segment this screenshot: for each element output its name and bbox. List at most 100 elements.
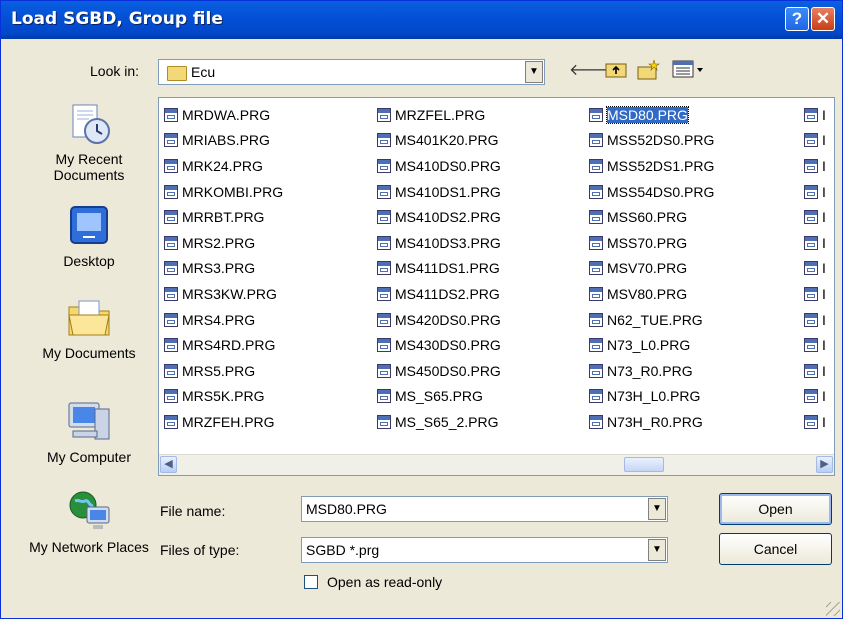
list-item[interactable]: MSS52DS0.PRG xyxy=(589,128,714,154)
list-item[interactable]: MS410DS1.PRG xyxy=(377,179,501,205)
list-item[interactable]: I xyxy=(804,409,826,435)
list-item[interactable]: MSS54DS0.PRG xyxy=(589,179,714,205)
list-item[interactable]: MS_S65.PRG xyxy=(377,384,501,410)
list-item[interactable]: I xyxy=(804,102,826,128)
list-item[interactable]: MS430DS0.PRG xyxy=(377,332,501,358)
list-item[interactable]: I xyxy=(804,358,826,384)
list-item[interactable]: MS_S65_2.PRG xyxy=(377,409,501,435)
prg-file-icon xyxy=(377,363,391,378)
list-item[interactable]: MS450DS0.PRG xyxy=(377,358,501,384)
prg-file-icon xyxy=(377,158,391,173)
look-in-dropdown[interactable]: Ecu ▼ xyxy=(158,59,545,85)
list-item[interactable]: I xyxy=(804,384,826,410)
place-network-places[interactable]: My Network Places xyxy=(25,487,153,555)
list-item[interactable]: MRK24.PRG xyxy=(164,153,283,179)
list-item[interactable]: I xyxy=(804,281,826,307)
list-item[interactable]: MRKOMBI.PRG xyxy=(164,179,283,205)
prg-file-icon xyxy=(377,133,391,148)
open-button[interactable]: Open xyxy=(719,493,832,525)
list-item[interactable]: MSS52DS1.PRG xyxy=(589,153,714,179)
list-item[interactable]: MSS70.PRG xyxy=(589,230,714,256)
list-item[interactable]: I xyxy=(804,153,826,179)
list-item[interactable]: MSS60.PRG xyxy=(589,204,714,230)
chevron-down-icon[interactable]: ▼ xyxy=(525,61,543,83)
list-item[interactable]: MRZFEH.PRG xyxy=(164,409,283,435)
chevron-down-icon[interactable]: ▼ xyxy=(648,498,666,520)
list-item[interactable]: MRS3KW.PRG xyxy=(164,281,283,307)
place-my-documents[interactable]: My Documents xyxy=(25,293,153,361)
prg-file-icon xyxy=(164,107,178,122)
file-name-input[interactable]: MSD80.PRG ▼ xyxy=(301,496,668,522)
scroll-thumb[interactable] xyxy=(624,457,664,472)
place-my-computer[interactable]: My Computer xyxy=(25,397,153,465)
title-bar[interactable]: Load SGBD, Group file ? ✕ xyxy=(1,1,842,39)
list-item[interactable]: MRS4RD.PRG xyxy=(164,332,283,358)
resize-grip[interactable] xyxy=(826,602,840,616)
list-item[interactable]: MS411DS2.PRG xyxy=(377,281,501,307)
list-item[interactable]: MRRBT.PRG xyxy=(164,204,283,230)
scroll-right-icon[interactable]: ▶ xyxy=(816,456,833,473)
place-recent-documents[interactable]: My Recent Documents xyxy=(25,99,153,183)
list-item[interactable]: MRDWA.PRG xyxy=(164,102,283,128)
back-arrow-icon[interactable]: 🡐 xyxy=(569,59,612,83)
scroll-left-icon[interactable]: ◀ xyxy=(160,456,177,473)
list-item[interactable]: I xyxy=(804,128,826,154)
load-file-dialog: Load SGBD, Group file ? ✕ Look in: Ecu ▼… xyxy=(0,0,843,619)
views-menu-icon[interactable] xyxy=(671,59,707,83)
file-type-dropdown[interactable]: SGBD *.prg ▼ xyxy=(301,537,668,563)
list-item[interactable]: MSV80.PRG xyxy=(589,281,714,307)
recent-documents-icon xyxy=(65,99,113,147)
list-item[interactable]: MSV70.PRG xyxy=(589,256,714,282)
list-item[interactable]: MRS5K.PRG xyxy=(164,384,283,410)
list-item[interactable]: N73H_R0.PRG xyxy=(589,409,714,435)
list-item-selected[interactable]: MSD80.PRG xyxy=(589,102,714,128)
list-item[interactable]: N62_TUE.PRG xyxy=(589,307,714,333)
list-item[interactable]: MRS5.PRG xyxy=(164,358,283,384)
list-item[interactable]: MS411DS1.PRG xyxy=(377,256,501,282)
list-item[interactable]: N73_L0.PRG xyxy=(589,332,714,358)
list-item[interactable]: MS420DS0.PRG xyxy=(377,307,501,333)
prg-file-icon xyxy=(804,184,818,199)
list-item[interactable]: I xyxy=(804,204,826,230)
prg-file-icon xyxy=(377,389,391,404)
list-item[interactable]: MRIABS.PRG xyxy=(164,128,283,154)
list-item[interactable]: I xyxy=(804,307,826,333)
up-folder-icon[interactable] xyxy=(604,59,628,83)
prg-file-icon xyxy=(589,363,603,378)
list-item[interactable]: MRZFEL.PRG xyxy=(377,102,501,128)
horizontal-scrollbar[interactable]: ◀ ▶ xyxy=(159,454,834,475)
prg-file-icon xyxy=(804,133,818,148)
list-item[interactable]: MS410DS3.PRG xyxy=(377,230,501,256)
list-item[interactable]: MS401K20.PRG xyxy=(377,128,501,154)
list-item[interactable]: I xyxy=(804,332,826,358)
prg-file-icon xyxy=(164,158,178,173)
prg-file-icon xyxy=(164,133,178,148)
list-item[interactable]: MRS4.PRG xyxy=(164,307,283,333)
prg-file-icon xyxy=(377,210,391,225)
list-item[interactable]: I xyxy=(804,179,826,205)
place-desktop[interactable]: Desktop xyxy=(25,201,153,269)
desktop-icon xyxy=(65,201,113,249)
file-list[interactable]: MRDWA.PRG MRIABS.PRG MRK24.PRG MRKOMBI.P… xyxy=(158,97,835,476)
help-button[interactable]: ? xyxy=(785,7,809,31)
list-item[interactable]: I xyxy=(804,256,826,282)
new-folder-icon[interactable] xyxy=(637,59,661,83)
cancel-button[interactable]: Cancel xyxy=(719,533,832,565)
read-only-checkbox[interactable] xyxy=(304,575,318,589)
list-item[interactable]: MS410DS0.PRG xyxy=(377,153,501,179)
close-button[interactable]: ✕ xyxy=(811,7,835,31)
list-item[interactable]: N73H_L0.PRG xyxy=(589,384,714,410)
file-name-value: MSD80.PRG xyxy=(306,501,387,517)
network-places-icon xyxy=(65,487,113,535)
list-item[interactable]: I xyxy=(804,230,826,256)
list-item[interactable]: MS410DS2.PRG xyxy=(377,204,501,230)
place-label: My Recent Documents xyxy=(53,151,125,183)
prg-file-icon xyxy=(804,338,818,353)
prg-file-icon xyxy=(589,286,603,301)
chevron-down-icon[interactable]: ▼ xyxy=(648,539,666,561)
prg-file-icon xyxy=(804,107,818,122)
prg-file-icon xyxy=(589,184,603,199)
list-item[interactable]: MRS3.PRG xyxy=(164,256,283,282)
list-item[interactable]: MRS2.PRG xyxy=(164,230,283,256)
list-item[interactable]: N73_R0.PRG xyxy=(589,358,714,384)
